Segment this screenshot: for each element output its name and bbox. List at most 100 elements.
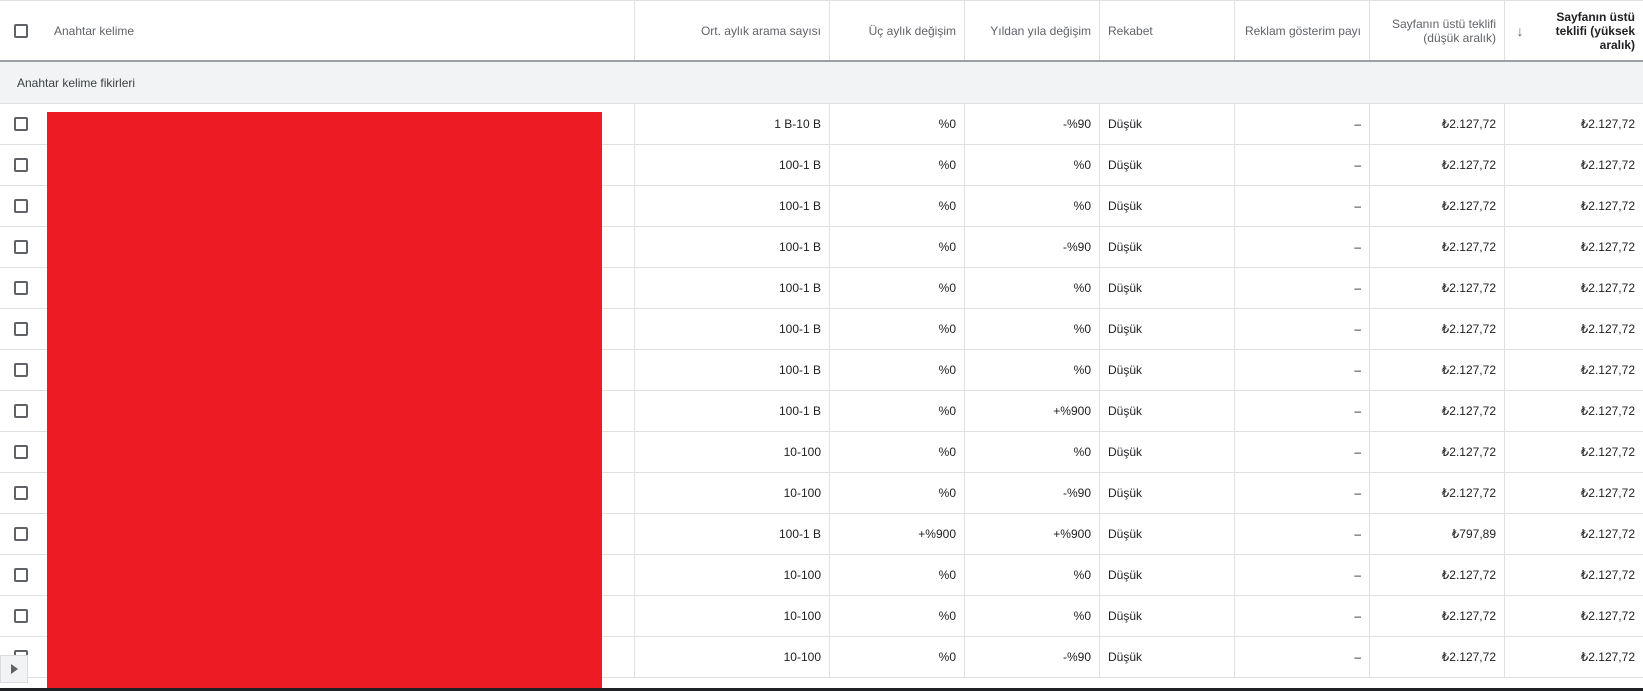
row-checkbox[interactable] [14, 240, 28, 254]
bid-high-cell: ₺2.127,72 [1580, 650, 1635, 664]
row-select-cell [0, 432, 42, 472]
avg-searches-cell: 100-1 B [635, 309, 830, 349]
avg-searches-cell: 10-100 [635, 596, 830, 636]
bid-low-cell: ₺2.127,72 [1370, 391, 1505, 431]
impression-share-cell: – [1235, 555, 1370, 595]
header-bid-high-line2: teklifi (yüksek [1555, 23, 1635, 38]
row-select-cell [0, 104, 42, 144]
row-checkbox[interactable] [14, 158, 28, 172]
three-month-cell: %0 [830, 555, 965, 595]
competition-cell: Düşük [1100, 596, 1235, 636]
row-select-cell [0, 227, 42, 267]
avg-searches-cell: 100-1 B [635, 145, 830, 185]
three-month-cell: %0 [830, 596, 965, 636]
row-select-cell [0, 350, 42, 390]
row-checkbox[interactable] [14, 404, 28, 418]
bid-high-cell: ₺2.127,72 [1580, 363, 1635, 377]
yoy-cell: %0 [965, 350, 1100, 390]
competition-cell: Düşük [1100, 227, 1235, 267]
yoy-cell: %0 [965, 555, 1100, 595]
header-bid-high[interactable]: Sayfanın üstü teklifi (yüksek aralık) [1535, 1, 1643, 60]
three-month-cell: %0 [830, 145, 965, 185]
yoy-cell: -%90 [965, 227, 1100, 267]
competition-cell: Düşük [1100, 104, 1235, 144]
expand-panel-button[interactable] [0, 655, 28, 683]
impression-share-cell: – [1235, 350, 1370, 390]
row-checkbox[interactable] [14, 527, 28, 541]
bid-high-cell: ₺2.127,72 [1580, 404, 1635, 418]
avg-searches-cell: 100-1 B [635, 268, 830, 308]
three-month-cell: %0 [830, 104, 965, 144]
header-bid-high-line1: Sayfanın üstü [1556, 9, 1635, 24]
group-row: Anahtar kelime fikirleri [0, 62, 1643, 104]
three-month-cell: %0 [830, 391, 965, 431]
row-select-cell [0, 596, 42, 636]
row-checkbox[interactable] [14, 445, 28, 459]
header-three-month-label: Üç aylık değişim [868, 23, 956, 38]
competition-cell: Düşük [1100, 350, 1235, 390]
yoy-cell: -%90 [965, 637, 1100, 677]
select-all-checkbox[interactable] [14, 23, 28, 38]
avg-searches-cell: 10-100 [635, 473, 830, 513]
yoy-cell: %0 [965, 432, 1100, 472]
sort-indicator[interactable]: ↓ [1505, 1, 1535, 60]
header-keyword-label: Anahtar kelime [54, 23, 135, 38]
yoy-cell: +%900 [965, 514, 1100, 554]
row-select-cell [0, 268, 42, 308]
impression-share-cell: – [1235, 186, 1370, 226]
three-month-cell: %0 [830, 432, 965, 472]
impression-share-cell: – [1235, 596, 1370, 636]
header-bid-low[interactable]: Sayfanın üstü teklifi (düşük aralık) [1370, 1, 1505, 60]
bid-high-cell: ₺2.127,72 [1580, 322, 1635, 336]
header-avg-searches[interactable]: Ort. aylık arama sayısı [635, 1, 830, 60]
row-checkbox[interactable] [14, 568, 28, 582]
avg-searches-cell: 1 B-10 B [635, 104, 830, 144]
row-checkbox[interactable] [14, 281, 28, 295]
header-competition-label: Rekabet [1108, 23, 1153, 38]
avg-searches-cell: 10-100 [635, 432, 830, 472]
header-avg-searches-label: Ort. aylık arama sayısı [700, 23, 821, 38]
bid-low-cell: ₺2.127,72 [1370, 350, 1505, 390]
bid-low-cell: ₺2.127,72 [1370, 637, 1505, 677]
impression-share-cell: – [1235, 268, 1370, 308]
header-three-month-change[interactable]: Üç aylık değişim [830, 1, 965, 60]
header-keyword[interactable]: Anahtar kelime [42, 1, 635, 60]
bid-high-cell: ₺2.127,72 [1580, 117, 1635, 131]
three-month-cell: %0 [830, 473, 965, 513]
bid-low-cell: ₺2.127,72 [1370, 473, 1505, 513]
competition-cell: Düşük [1100, 555, 1235, 595]
header-bid-high-line3: aralık) [1599, 37, 1635, 52]
bid-high-cell: ₺2.127,72 [1580, 281, 1635, 295]
avg-searches-cell: 100-1 B [635, 227, 830, 267]
three-month-cell: %0 [830, 637, 965, 677]
row-select-cell [0, 309, 42, 349]
header-yoy-change[interactable]: Yıldan yıla değişim [965, 1, 1100, 60]
row-checkbox[interactable] [14, 363, 28, 377]
bid-low-cell: ₺2.127,72 [1370, 104, 1505, 144]
impression-share-cell: – [1235, 104, 1370, 144]
row-checkbox[interactable] [14, 609, 28, 623]
competition-cell: Düşük [1100, 432, 1235, 472]
three-month-cell: %0 [830, 268, 965, 308]
bid-high-cell: ₺2.127,72 [1580, 158, 1635, 172]
row-checkbox[interactable] [14, 117, 28, 131]
header-impression-share[interactable]: Reklam gösterim payı [1235, 1, 1370, 60]
impression-share-cell: – [1235, 637, 1370, 677]
row-checkbox[interactable] [14, 199, 28, 213]
caret-right-icon [10, 664, 18, 674]
three-month-cell: %0 [830, 350, 965, 390]
competition-cell: Düşük [1100, 145, 1235, 185]
row-checkbox[interactable] [14, 322, 28, 336]
select-all-cell [0, 1, 42, 60]
avg-searches-cell: 100-1 B [635, 350, 830, 390]
header-impression-share-label: Reklam gösterim payı [1244, 23, 1361, 38]
avg-searches-cell: 10-100 [635, 555, 830, 595]
impression-share-cell: – [1235, 227, 1370, 267]
bid-low-cell: ₺2.127,72 [1370, 596, 1505, 636]
header-competition[interactable]: Rekabet [1100, 1, 1235, 60]
bid-high-cell: ₺2.127,72 [1580, 486, 1635, 500]
row-checkbox[interactable] [14, 486, 28, 500]
three-month-cell: %0 [830, 186, 965, 226]
competition-cell: Düşük [1100, 268, 1235, 308]
bid-high-cell: ₺2.127,72 [1580, 240, 1635, 254]
